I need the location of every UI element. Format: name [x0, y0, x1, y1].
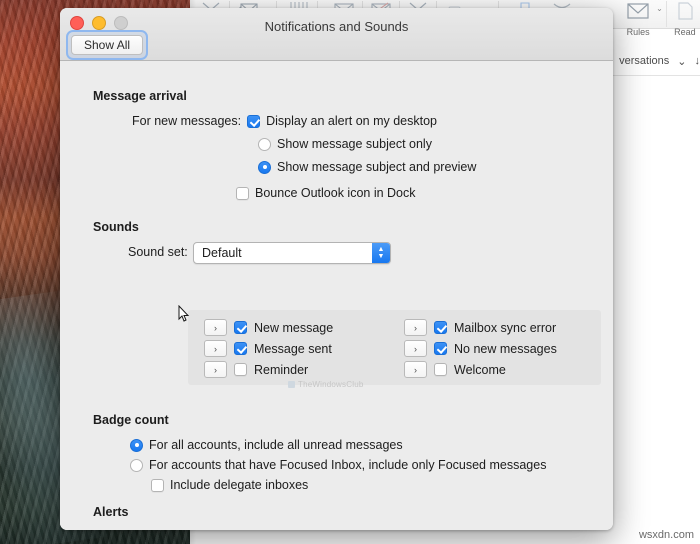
badge-focused-inbox-row[interactable]: For accounts that have Focused Inbox, in… [130, 458, 546, 472]
ribbon-group-rules: Rules ⌄ Read [617, 0, 700, 37]
subject-only-radio-row[interactable]: Show message subject only [258, 137, 432, 151]
sounds-left-column: › New message › Message sent › Reminder [204, 317, 333, 380]
reminder-checkbox[interactable] [234, 363, 247, 376]
message-arrival-heading: Message arrival [93, 89, 187, 103]
sound-item-row[interactable]: › No new messages [404, 338, 557, 359]
ribbon-divider [665, 1, 667, 27]
conversations-sort-label[interactable]: versations [619, 55, 669, 67]
for-new-messages-label: For new messages: [132, 114, 242, 128]
badge-all-accounts-label[interactable]: For all accounts, include all unread mes… [149, 438, 403, 452]
rules-button[interactable]: Rules [621, 0, 655, 37]
rules-chevron-icon[interactable]: ⌄ [656, 4, 663, 13]
read-button[interactable]: Read [670, 0, 700, 37]
no-new-messages-checkbox[interactable] [434, 342, 447, 355]
include-delegate-row[interactable]: Include delegate inboxes [151, 478, 308, 492]
subject-and-preview-radio[interactable] [258, 160, 271, 174]
no-new-messages-label[interactable]: No new messages [454, 342, 557, 356]
subject-and-preview-label[interactable]: Show message subject and preview [277, 160, 476, 174]
wsxdn-watermark: wsxdn.com [638, 529, 694, 541]
badge-count-heading: Badge count [93, 413, 169, 427]
sounds-heading: Sounds [93, 220, 139, 234]
stepper-up-icon: ▲ [377, 246, 385, 253]
display-alert-checkbox[interactable] [247, 114, 261, 128]
screen-root: ⌄ [0, 0, 700, 544]
for-new-messages-row: For new messages: Display an alert on my… [132, 114, 437, 128]
subject-only-label[interactable]: Show message subject only [277, 137, 432, 151]
new-message-checkbox[interactable] [234, 321, 247, 334]
disclosure-icon[interactable]: › [404, 340, 427, 357]
message-sent-checkbox[interactable] [234, 342, 247, 355]
sound-item-row[interactable]: › New message [204, 317, 333, 338]
mailbox-sync-error-label[interactable]: Mailbox sync error [454, 321, 556, 335]
sound-item-row[interactable]: › Reminder [204, 359, 333, 380]
badge-all-accounts-radio[interactable] [130, 438, 143, 452]
watermark-square-icon [288, 381, 295, 388]
bounce-icon-checkbox[interactable] [236, 186, 249, 200]
show-all-focus-ring: Show All [66, 30, 149, 60]
stepper-down-icon: ▼ [377, 253, 385, 260]
welcome-checkbox[interactable] [434, 363, 447, 376]
include-delegate-checkbox[interactable] [151, 478, 164, 492]
sort-descending-icon[interactable]: ↓ [695, 55, 700, 67]
subject-and-preview-radio-row[interactable]: Show message subject and preview [258, 160, 476, 174]
chevron-down-icon[interactable]: ⌄ [677, 55, 686, 68]
bounce-icon-label[interactable]: Bounce Outlook icon in Dock [255, 186, 416, 200]
display-alert-label[interactable]: Display an alert on my desktop [266, 114, 437, 128]
sounds-right-column: › Mailbox sync error › No new messages ›… [404, 317, 557, 380]
subject-only-radio[interactable] [258, 137, 271, 151]
read-label: Read [674, 27, 696, 37]
welcome-label[interactable]: Welcome [454, 363, 506, 377]
sound-set-dropdown[interactable]: Default ▲ ▼ [193, 242, 391, 264]
badge-all-accounts-row[interactable]: For all accounts, include all unread mes… [130, 438, 403, 452]
sound-item-row[interactable]: › Mailbox sync error [404, 317, 557, 338]
dialog-body: Message arrival For new messages: Displa… [60, 61, 613, 530]
badge-focused-inbox-radio[interactable] [130, 458, 143, 472]
thewindowsclub-watermark: TheWindowsClub [288, 380, 364, 389]
bounce-icon-row[interactable]: Bounce Outlook icon in Dock [236, 186, 416, 200]
alerts-heading: Alerts [93, 505, 129, 519]
show-all-button[interactable]: Show All [71, 35, 144, 55]
watermark-text: TheWindowsClub [298, 380, 364, 389]
sound-item-row[interactable]: › Welcome [404, 359, 557, 380]
rules-envelope-icon [623, 1, 653, 26]
include-delegate-label[interactable]: Include delegate inboxes [170, 478, 308, 492]
notifications-and-sounds-dialog: Notifications and Sounds Show All Messag… [60, 8, 613, 530]
sound-set-label: Sound set: [128, 245, 188, 259]
reminder-label[interactable]: Reminder [254, 363, 308, 377]
disclosure-icon[interactable]: › [404, 319, 427, 336]
dropdown-stepper-icon[interactable]: ▲ ▼ [372, 243, 390, 263]
badge-focused-inbox-label[interactable]: For accounts that have Focused Inbox, in… [149, 458, 546, 472]
disclosure-icon[interactable]: › [204, 340, 227, 357]
sound-set-value: Default [202, 246, 242, 260]
mailbox-sync-error-checkbox[interactable] [434, 321, 447, 334]
dialog-titlebar[interactable]: Notifications and Sounds Show All [60, 8, 613, 61]
sound-item-row[interactable]: › Message sent [204, 338, 333, 359]
rules-label: Rules [626, 27, 650, 37]
message-sent-label[interactable]: Message sent [254, 342, 332, 356]
new-message-label[interactable]: New message [254, 321, 333, 335]
disclosure-icon[interactable]: › [204, 361, 227, 378]
disclosure-icon[interactable]: › [204, 319, 227, 336]
sounds-list-panel: › New message › Message sent › Reminder [188, 310, 601, 385]
read-page-icon [675, 1, 695, 26]
sound-set-row: Sound set: [128, 245, 188, 259]
disclosure-icon[interactable]: › [404, 361, 427, 378]
